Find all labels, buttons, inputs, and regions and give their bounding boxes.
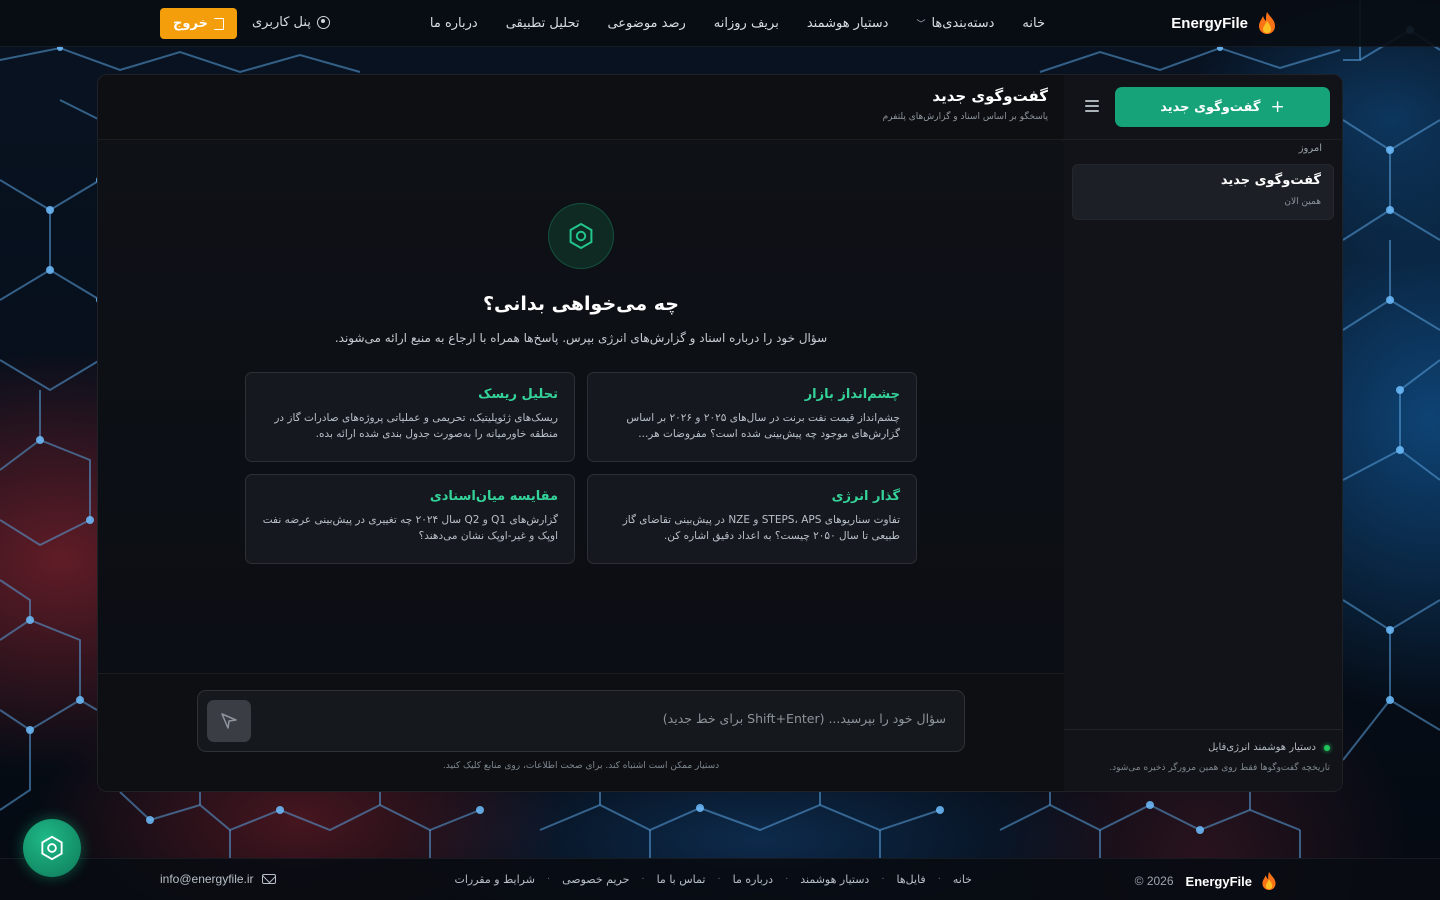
sidebar-divider	[1063, 139, 1342, 140]
nav-daily-brief[interactable]: بریف روزانه	[714, 16, 779, 31]
footer-copyright: © 2026	[1134, 874, 1174, 888]
separator-dot: ·	[546, 874, 551, 885]
chat-subtitle: پاسخگو بر اساس اسناد و گزارش‌های پلتفرم	[882, 112, 1048, 122]
footer-link-terms[interactable]: شرایط و مقررات	[455, 873, 535, 886]
logout-button[interactable]: خروج	[160, 8, 237, 39]
suggestion-card-risk-analysis[interactable]: تحلیل ریسک ریسک‌های ژئوپلیتیک، تحریمی و …	[245, 372, 575, 462]
new-chat-label: گفت‌وگوی جدید	[1160, 99, 1261, 115]
user-panel-link[interactable]: پنل کاربری	[252, 15, 330, 30]
separator-dot: ·	[717, 874, 721, 885]
nav-smart-assistant[interactable]: دستیار هوشمند	[807, 16, 889, 31]
suggestion-card-energy-transition[interactable]: گذار انرژی تفاوت سناریوهای STEPS، APS و …	[587, 474, 917, 564]
footer-email-link[interactable]: info@energyfile.ir	[160, 872, 276, 886]
suggestion-title: گذار انرژی	[831, 489, 900, 504]
suggestion-cards: چشم‌انداز بازار چشم‌انداز قیمت نفت برنت …	[245, 372, 917, 564]
flame-icon	[1262, 872, 1276, 890]
nav-home-label: خانه	[1022, 16, 1045, 31]
chat-header: گفت‌وگوی جدید پاسخگو بر اساس اسناد و گزا…	[98, 75, 1064, 140]
nav-comparative-analysis-label: تحلیل تطبیقی	[505, 16, 580, 31]
nav-home[interactable]: خانه	[1022, 16, 1045, 31]
composer-area: دستیار ممکن است اشتباه کند. برای صحت اطل…	[98, 673, 1064, 791]
plus-icon: +	[1270, 96, 1285, 117]
footer-email: info@energyfile.ir	[160, 872, 254, 886]
assistant-status-label: دستیار هوشمند انرژی‌فایل	[1208, 742, 1316, 753]
footer-brand: EnergyFile © 2026	[1135, 871, 1278, 891]
main-nav: خانه دسته‌بندی‌ها ﹀ دستیار هوشمند بریف رو…	[430, 0, 1045, 47]
message-input[interactable]	[266, 703, 946, 733]
brand-name: EnergyFile	[1171, 14, 1248, 32]
chat-welcome: چه می‌خواهی بدانی؟ سؤال خود را درباره اس…	[98, 141, 1064, 675]
nav-daily-brief-label: بریف روزانه	[713, 16, 779, 31]
section-today-label: امروز	[1298, 143, 1322, 154]
separator-dot: ·	[785, 874, 789, 885]
new-chat-button[interactable]: + گفت‌وگوی جدید	[1115, 87, 1330, 127]
sidebar-footer: دستیار هوشمند انرژی‌فایل تاریخچه گفت‌وگو…	[1063, 729, 1342, 791]
suggestion-text: چشم‌انداز قیمت نفت برنت در سال‌های ۲۰۲۵ …	[626, 412, 900, 440]
footer-link-home[interactable]: خانه	[953, 873, 972, 886]
top-navbar: EnergyFile خانه دسته‌بندی‌ها ﹀ دستیار هوش…	[0, 0, 1440, 47]
footer-brand-name: EnergyFile	[1185, 873, 1252, 889]
suggestion-text: گزارش‌های Q1 و Q2 سال ۲۰۲۴ چه تغییری در …	[262, 514, 558, 542]
nav-comparative-analysis[interactable]: تحلیل تطبیقی	[506, 16, 580, 31]
site-footer: EnergyFile © 2026 خانه · فایل‌ها · دستیا…	[0, 858, 1440, 900]
session-time: همین الان	[1284, 197, 1321, 207]
logout-label: خروج	[173, 16, 208, 31]
nav-about-label: درباره ما	[429, 16, 478, 31]
separator-dot: ·	[937, 874, 941, 885]
welcome-title: چه می‌خواهی بدانی؟	[483, 293, 679, 315]
footer-link-about[interactable]: درباره ما	[733, 873, 773, 886]
mail-icon	[261, 874, 276, 884]
suggestion-title: مقایسه میان‌اسنادی	[429, 489, 558, 504]
suggestion-card-market-outlook[interactable]: چشم‌انداز بازار چشم‌انداز قیمت نفت برنت …	[587, 372, 917, 462]
chat-sidebar: + گفت‌وگوی جدید امروز گفت‌وگوی جدید همین…	[1062, 75, 1342, 791]
nav-categories[interactable]: دسته‌بندی‌ها ﹀	[916, 16, 994, 31]
nav-topic-monitor[interactable]: رصد موضوعی	[607, 16, 685, 31]
flame-icon	[1259, 12, 1275, 34]
separator-dot: ·	[641, 874, 645, 885]
footer-link-files[interactable]: فایل‌ها	[897, 873, 926, 886]
footer-link-assistant[interactable]: دستیار هوشمند	[800, 873, 869, 886]
hamburger-icon	[1085, 100, 1099, 102]
footer-link-contact[interactable]: تماس با ما	[657, 873, 706, 886]
user-circle-icon	[316, 16, 330, 29]
chat-app-window: + گفت‌وگوی جدید امروز گفت‌وگوی جدید همین…	[97, 74, 1343, 792]
send-button[interactable]	[207, 700, 251, 742]
chat-title: گفت‌وگوی جدید	[932, 87, 1048, 105]
assistant-hexagon-icon	[41, 835, 63, 861]
chevron-down-icon: ﹀	[916, 20, 926, 30]
brand-logo[interactable]: EnergyFile	[1171, 11, 1278, 35]
session-title: گفت‌وگوی جدید	[1220, 173, 1321, 188]
assistant-disclaimer: دستیار ممکن است اشتباه کند. برای صحت اطل…	[442, 761, 720, 771]
nav-about[interactable]: درباره ما	[430, 16, 478, 31]
welcome-subtitle: سؤال خود را درباره اسناد و گزارش‌های انر…	[334, 331, 828, 345]
nav-smart-assistant-label: دستیار هوشمند	[806, 16, 889, 31]
hexagon-icon	[569, 222, 593, 250]
footer-links: خانه · فایل‌ها · دستیار هوشمند · درباره …	[455, 873, 972, 886]
suggestion-title: چشم‌انداز بازار	[804, 387, 900, 402]
send-arrow-icon	[221, 713, 237, 729]
separator-dot: ·	[881, 874, 885, 885]
assistant-hexagon-icon	[548, 203, 614, 269]
chat-panel: گفت‌وگوی جدید پاسخگو بر اساس اسناد و گزا…	[98, 75, 1064, 791]
suggestion-text: ریسک‌های ژئوپلیتیک، تحریمی و عملیاتی پرو…	[274, 412, 558, 440]
nav-categories-label: دسته‌بندی‌ها	[931, 16, 995, 31]
message-composer	[197, 690, 965, 752]
logout-icon	[213, 17, 224, 30]
suggestion-title: تحلیل ریسک	[478, 387, 558, 402]
nav-topic-monitor-label: رصد موضوعی	[607, 16, 686, 31]
online-status-dot	[1324, 744, 1330, 751]
assistant-status: دستیار هوشمند انرژی‌فایل	[1208, 742, 1330, 753]
user-panel-label: پنل کاربری	[252, 15, 311, 30]
sidebar-toggle-button[interactable]	[1085, 100, 1099, 112]
suggestion-text: تفاوت سناریوهای STEPS، APS و NZE در پیش‌…	[622, 514, 900, 542]
chat-session-item[interactable]: گفت‌وگوی جدید همین الان	[1072, 164, 1334, 220]
suggestion-card-cross-document[interactable]: مقایسه میان‌اسنادی گزارش‌های Q1 و Q2 سال…	[245, 474, 575, 564]
floating-assistant-button[interactable]	[23, 819, 81, 877]
footer-link-privacy[interactable]: حریم خصوصی	[562, 873, 629, 886]
history-note: تاریخچه گفت‌وگوها فقط روی همین مرورگر ذخ…	[1109, 763, 1330, 773]
